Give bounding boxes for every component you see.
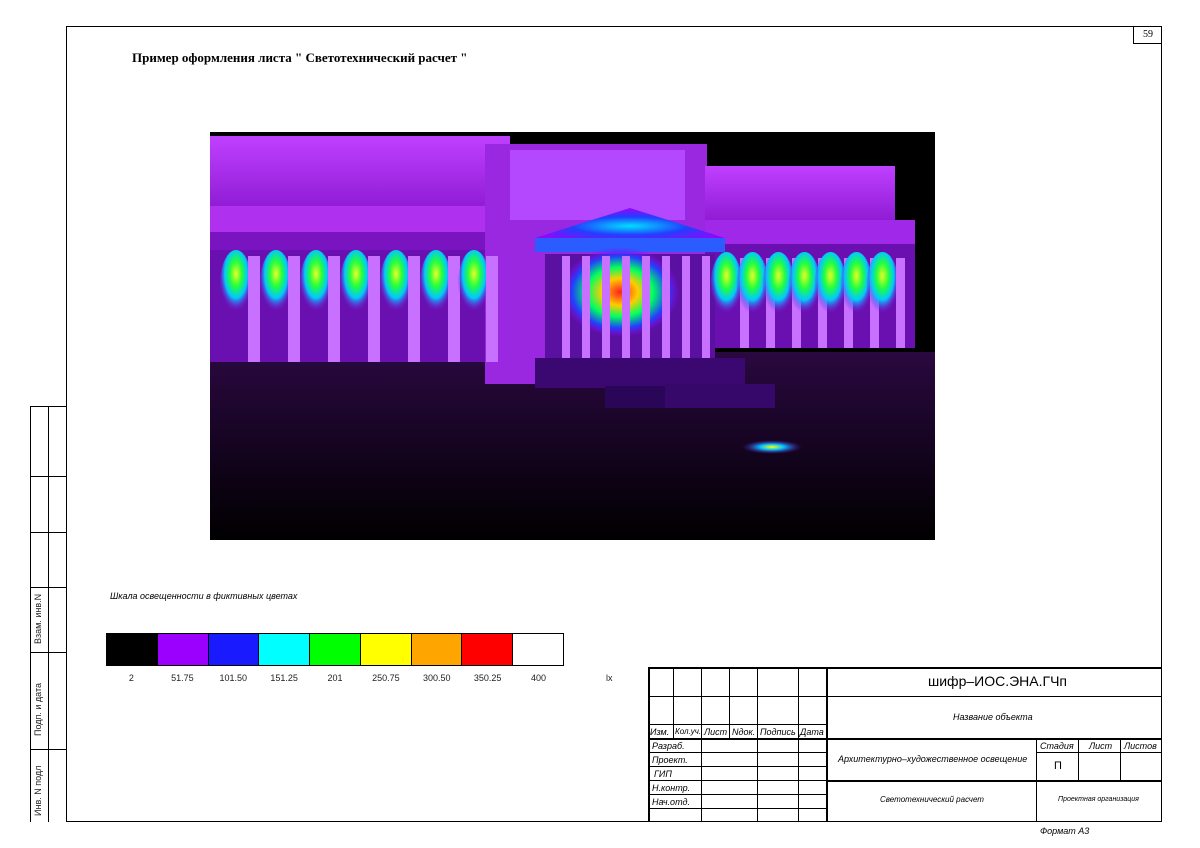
column: [448, 256, 460, 362]
page-title: Пример оформления листа " Светотехническ…: [132, 50, 468, 65]
role-nachotd: Нач.отд.: [652, 797, 690, 807]
document-code: шифр–ИОС.ЭНА.ГЧп: [928, 673, 1067, 689]
scale-swatch: [310, 634, 361, 665]
column: [602, 256, 610, 358]
scale-label: 400: [531, 673, 547, 683]
scale-swatch: [462, 634, 514, 665]
organization: Проектная организация: [1058, 796, 1139, 803]
column: [368, 256, 380, 362]
column: [896, 258, 905, 348]
scale-swatch: [513, 634, 564, 665]
column: [662, 256, 670, 358]
building-illumination-svg: [210, 132, 935, 540]
sheet-number: 59: [1133, 26, 1162, 44]
scale-unit: lx: [606, 673, 613, 683]
column: [622, 256, 630, 358]
scale-swatch: [411, 634, 463, 665]
scale-swatch: [360, 634, 412, 665]
sheet-label: Лист: [1089, 741, 1113, 751]
margin-label-inv: Инв. N подл: [33, 765, 43, 816]
column: [562, 256, 570, 358]
drawing-name: Светотехнический расчет: [880, 795, 984, 804]
sheet-format: Формат А3: [1040, 826, 1090, 836]
lighting-render-image: [210, 132, 935, 540]
title-block: Изм. Кол.уч. Лист Nдок. Подпись Дата Раз…: [648, 667, 1162, 822]
scale-title: Шкала освещенности в фиктивных цветах: [110, 591, 298, 601]
column: [682, 256, 690, 358]
col-header-izm: Изм.: [650, 727, 670, 737]
col-header-list: Лист: [704, 727, 728, 737]
role-razrab: Разраб.: [652, 741, 685, 751]
margin-strip: Инв. N подл Подп. и дата Взам. инв.N: [30, 406, 66, 822]
stage-label: Стадия: [1040, 741, 1074, 751]
role-gip: ГИП: [654, 769, 672, 779]
scale-swatch: [157, 634, 209, 665]
scale-swatch: [259, 634, 311, 665]
column: [642, 256, 650, 358]
scale-swatch: [107, 634, 158, 665]
object-name: Название объекта: [953, 712, 1033, 722]
column: [408, 256, 420, 362]
column: [248, 256, 260, 362]
section-name: Архитектурно–художественное освещение: [838, 754, 1028, 764]
column: [288, 256, 300, 362]
col-header-data: Дата: [800, 727, 824, 737]
scale-swatch: [208, 634, 260, 665]
column: [486, 256, 498, 362]
stage-value: П: [1054, 760, 1062, 772]
role-nkontr: Н.контр.: [652, 783, 691, 793]
margin-label-replace: Взам. инв.N: [33, 593, 43, 644]
col-header-kolych: Кол.уч.: [675, 727, 702, 736]
color-scale-bar: [106, 633, 564, 666]
col-header-ndok: Nдок.: [732, 727, 756, 737]
sheets-label: Листов: [1124, 741, 1157, 751]
margin-label-sign: Подп. и дата: [33, 682, 43, 736]
column: [328, 256, 340, 362]
role-proekt: Проект.: [652, 755, 688, 765]
column: [702, 256, 710, 358]
column: [582, 256, 590, 358]
col-header-podpis: Подпись: [760, 727, 796, 737]
